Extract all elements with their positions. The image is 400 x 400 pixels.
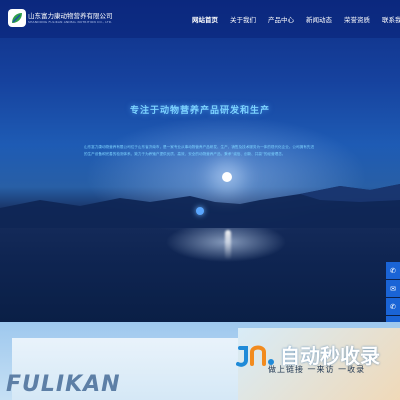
leaf-logo-icon (12, 13, 22, 23)
nav-honors[interactable]: 荣誉资质 (344, 14, 370, 24)
hero-title: 专注于动物营养产品研发和生产 (129, 106, 270, 116)
moon-glow (222, 172, 232, 182)
main-nav: 网站首页 关于我们 产品中心 新闻动态 荣誉资质 联系我们 (192, 14, 400, 24)
phone-icon: ✆ (390, 302, 396, 311)
nav-home[interactable]: 网站首页 (192, 14, 218, 24)
slider-indicator[interactable] (196, 207, 204, 215)
hero-banner (0, 0, 400, 322)
company-english-name: SHANDONG FULIKAN ANIMAL NUTRITION CO., L… (28, 20, 113, 24)
brand-text: FULIKAN (6, 372, 121, 397)
nav-about[interactable]: 关于我们 (230, 14, 256, 24)
company-name: 山东富力康动物营养有限公司 (28, 12, 113, 20)
sidebar-phone-button[interactable]: ✆ (386, 262, 400, 279)
mail-icon: ✉ (390, 284, 396, 293)
sidebar-mail-button[interactable]: ✉ (386, 280, 400, 297)
mountain-silhouette (0, 184, 400, 228)
nav-contact[interactable]: 联系我们 (382, 14, 400, 24)
site-header: 山东富力康动物营养有限公司 SHANDONG FULIKAN ANIMAL NU… (0, 0, 400, 38)
moon-reflection (225, 230, 231, 260)
watermark-subtitle: 做上链接 一来访 一收录 (268, 365, 366, 374)
company-logo[interactable] (8, 9, 26, 27)
sidebar-call-button[interactable]: ✆ (386, 298, 400, 315)
nav-news[interactable]: 新闻动态 (306, 14, 332, 24)
nav-products[interactable]: 产品中心 (268, 14, 294, 24)
phone-icon: ✆ (390, 266, 396, 275)
hero-description: 山东富力康动物营养有限公司位于山东省济南市，是一家专业从事动物营养产品研发、生产… (84, 145, 314, 156)
